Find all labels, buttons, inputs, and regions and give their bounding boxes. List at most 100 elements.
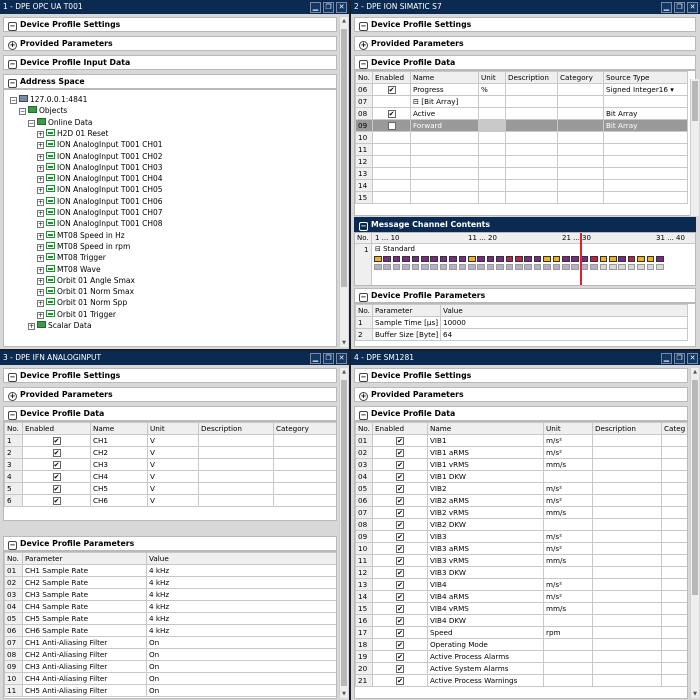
- channel-byte-cell[interactable]: [646, 256, 655, 262]
- tree-node[interactable]: + Orbit 01 Norm Smax: [37, 286, 134, 297]
- expand-icon[interactable]: +: [37, 311, 44, 319]
- value-cell[interactable]: 4 kHz: [146, 576, 336, 589]
- enabled-checkbox[interactable]: ✔: [372, 518, 428, 531]
- table-row[interactable]: 20 ✔ Active System Alarms: [355, 662, 687, 675]
- minimize-icon[interactable]: ▁: [661, 1, 672, 13]
- description-cell[interactable]: [505, 95, 558, 108]
- table-row[interactable]: 3 ✔ CH3 V: [4, 458, 336, 471]
- collapse-icon[interactable]: −: [10, 97, 17, 104]
- enabled-checkbox[interactable]: ✔: [372, 83, 411, 96]
- expand-icon[interactable]: +: [37, 153, 44, 161]
- table-row[interactable]: 08 ✔ VIB2 DKW: [355, 518, 687, 531]
- channel-bit-cell[interactable]: [515, 264, 523, 270]
- restore-icon[interactable]: ❐: [674, 1, 685, 13]
- title-bar[interactable]: 3 - DPE IFN ANALOGINPUT ▁ ❐ ✕: [0, 351, 349, 365]
- section-provided-parameters[interactable]: + Provided Parameters: [354, 36, 696, 51]
- description-cell[interactable]: [505, 179, 558, 192]
- close-icon[interactable]: ✕: [687, 1, 698, 13]
- channel-bit-cell[interactable]: [552, 264, 561, 270]
- enabled-checkbox[interactable]: ✔: [372, 494, 428, 507]
- unit-cell[interactable]: [478, 143, 506, 156]
- table-row[interactable]: 07 ✔ VIB2 vRMS mm/s: [355, 506, 687, 519]
- section-message-channel[interactable]: − Message Channel Contents: [354, 217, 696, 232]
- scroll-up-icon[interactable]: ▲: [691, 368, 699, 376]
- channel-byte-cell[interactable]: [599, 256, 608, 262]
- table-row[interactable]: 06 CH6 Sample Rate 4 kHz: [4, 624, 336, 637]
- table-row[interactable]: 12: [355, 155, 688, 168]
- table-row[interactable]: 04 ✔ VIB1 DKW: [355, 470, 687, 483]
- description-cell[interactable]: [592, 554, 662, 567]
- checkbox-checked-icon[interactable]: ✔: [52, 485, 61, 493]
- enabled-checkbox[interactable]: ✔: [372, 590, 428, 603]
- description-cell[interactable]: [592, 614, 662, 627]
- description-cell[interactable]: [592, 626, 662, 639]
- checkbox-checked-icon[interactable]: ✔: [396, 473, 404, 481]
- section-device-profile-settings[interactable]: − Device Profile Settings: [3, 368, 337, 383]
- expand-icon[interactable]: +: [37, 176, 44, 184]
- table-row[interactable]: 06 ✔ Progress% Signed Integer16 ▾: [355, 83, 688, 96]
- description-cell[interactable]: [592, 494, 662, 507]
- unit-cell[interactable]: V: [147, 434, 199, 447]
- col-name[interactable]: Name: [427, 422, 544, 435]
- enabled-checkbox[interactable]: [372, 131, 411, 144]
- col-unit[interactable]: Unit: [478, 71, 506, 84]
- checkbox-checked-icon[interactable]: ✔: [396, 593, 404, 601]
- category-cell[interactable]: [661, 614, 687, 627]
- col-enabled[interactable]: Enabled: [372, 71, 411, 84]
- channel-bit-cell[interactable]: [637, 264, 645, 270]
- channel-byte-cell[interactable]: [449, 256, 457, 262]
- table-row[interactable]: 4 ✔ CH4 V: [4, 470, 336, 483]
- col-category[interactable]: Category: [557, 71, 604, 84]
- checkbox-checked-icon[interactable]: ✔: [387, 110, 396, 118]
- section-address-space[interactable]: − Address Space: [3, 74, 337, 89]
- name-cell[interactable]: VIB2 aRMS: [427, 494, 544, 507]
- table-row[interactable]: 02 CH2 Sample Rate 4 kHz: [4, 576, 336, 589]
- name-cell[interactable]: VIB2 DKW: [427, 518, 544, 531]
- source-type-cell[interactable]: [603, 95, 688, 108]
- section-provided-parameters[interactable]: + Provided Parameters: [3, 387, 337, 402]
- collapse-icon[interactable]: −: [19, 108, 26, 116]
- table-row[interactable]: 11: [355, 143, 688, 156]
- value-cell[interactable]: On: [146, 684, 336, 697]
- name-cell[interactable]: [410, 179, 479, 192]
- table-row[interactable]: 1 ✔ CH1 V: [4, 434, 336, 447]
- name-cell[interactable]: VIB1 DKW: [427, 470, 544, 483]
- category-cell[interactable]: [661, 434, 687, 447]
- table-row[interactable]: 07 ⊟ [Bit Array]: [355, 95, 688, 108]
- scroll-thumb[interactable]: [692, 380, 698, 595]
- unit-cell[interactable]: m/s²: [543, 446, 593, 459]
- col-category[interactable]: Category: [273, 422, 336, 435]
- channel-bit-cell[interactable]: [580, 264, 589, 270]
- channel-bit-cell[interactable]: [627, 264, 636, 270]
- category-cell[interactable]: [661, 626, 687, 639]
- name-cell[interactable]: VIB4 aRMS: [427, 590, 544, 603]
- scrollbar[interactable]: ▲ ▼: [690, 368, 699, 698]
- unit-cell[interactable]: m/s²: [543, 578, 593, 591]
- channel-byte-cell[interactable]: [392, 256, 401, 262]
- category-cell[interactable]: [557, 119, 604, 132]
- channel-byte-cell[interactable]: [618, 256, 626, 262]
- source-type-cell[interactable]: [603, 143, 688, 156]
- description-cell[interactable]: [198, 446, 274, 459]
- value-cell[interactable]: On: [146, 648, 336, 661]
- tree-node[interactable]: + H2D 01 Reset: [37, 128, 108, 139]
- channel-bit-cell[interactable]: [609, 264, 617, 270]
- source-type-cell[interactable]: [603, 167, 688, 180]
- channel-byte-cell[interactable]: [458, 256, 467, 262]
- enabled-checkbox[interactable]: ✔: [22, 434, 91, 447]
- category-cell[interactable]: [557, 155, 604, 168]
- expand-icon[interactable]: +: [37, 142, 44, 150]
- description-cell[interactable]: [592, 638, 662, 651]
- description-cell[interactable]: [592, 470, 662, 483]
- table-row[interactable]: 18 ✔ Operating Mode: [355, 638, 687, 651]
- checkbox-checked-icon[interactable]: ✔: [396, 521, 404, 529]
- table-row[interactable]: 09 ✔ VIB3 m/s²: [355, 530, 687, 543]
- tree-node[interactable]: − 127.0.0.1:4841: [10, 94, 87, 105]
- enabled-checkbox[interactable]: ✔: [372, 650, 428, 663]
- description-cell[interactable]: [592, 482, 662, 495]
- description-cell[interactable]: [592, 506, 662, 519]
- channel-bit-cell[interactable]: [449, 264, 457, 270]
- channel-bit-cell[interactable]: [618, 264, 626, 270]
- unit-cell[interactable]: m/s²: [543, 542, 593, 555]
- expand-icon[interactable]: +: [37, 210, 44, 217]
